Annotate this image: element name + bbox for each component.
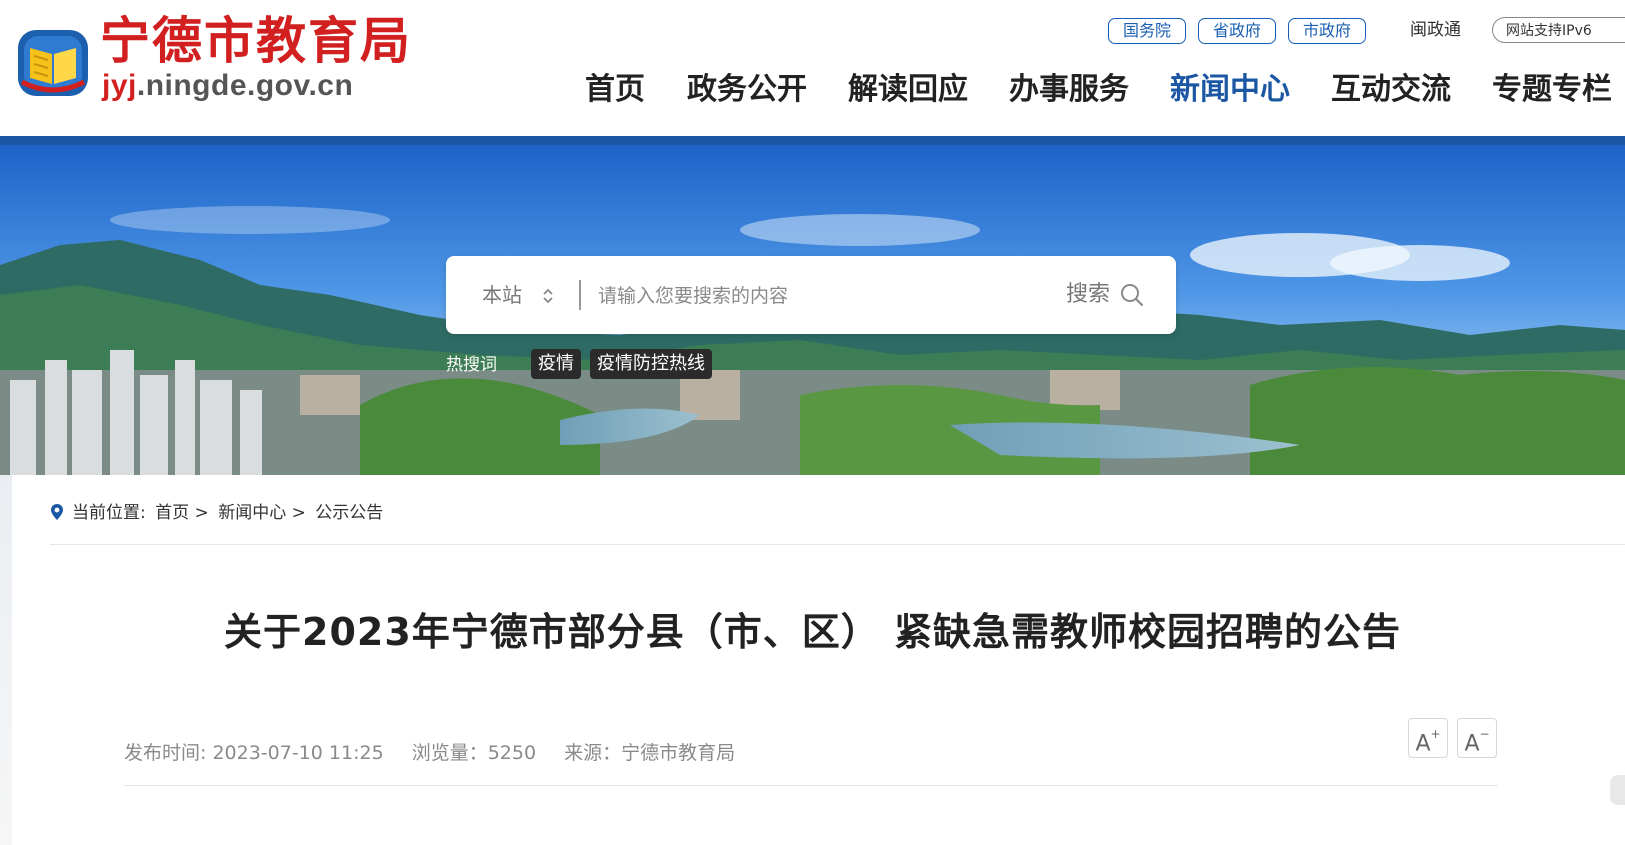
nav-item-news-center[interactable]: 新闻中心 [1170,68,1290,112]
search-input[interactable] [596,278,1050,314]
content-panel [12,475,1625,845]
gov-link-state-council[interactable]: 国务院 [1108,18,1186,44]
nav-item-services[interactable]: 办事服务 [1009,68,1129,112]
nav-item-interpretation[interactable]: 解读回应 [848,68,968,112]
nav-item-home[interactable]: 首页 [585,68,645,112]
logo-book-icon[interactable] [14,26,92,100]
breadcrumb-separator: > [194,503,209,523]
site-header: 宁德市教育局 jyj.ningde.gov.cn 国务院 省政府 市政府 闽政通… [0,0,1625,136]
nav-item-special-topics[interactable]: 专题专栏 [1492,68,1612,112]
meta-divider [124,785,1498,786]
hot-tag-epidemic[interactable]: 疫情 [531,349,581,379]
font-increase-button[interactable]: A+ [1408,718,1448,758]
breadcrumb: 当前位置: 首页 > 新闻中心 > 公示公告 [72,499,383,527]
left-background-strip [0,475,12,845]
domain-highlight: jyj [102,69,137,102]
hot-search-label: 热搜词 [446,355,497,375]
domain-rest: .ningde.gov.cn [136,69,354,102]
minzhengtong-link[interactable]: 闽政通 [1410,18,1461,42]
article-title: 关于2023年宁德市部分县（市、区） 紧缺急需教师校园招聘的公告 [224,610,1401,654]
site-title[interactable]: 宁德市教育局 [100,10,412,72]
breadcrumb-divider [50,544,1625,545]
hot-tag-hotline[interactable]: 疫情防控热线 [590,349,712,379]
breadcrumb-prefix: 当前位置: [72,503,146,523]
header-divider-bar [0,136,1625,145]
search-divider [579,280,581,310]
search-button-label: 搜索 [1066,282,1111,307]
breadcrumb-home[interactable]: 首页 [155,503,189,523]
view-count: 浏览量：5250 [411,742,537,764]
search-icon [1121,284,1144,307]
location-pin-icon [51,504,63,520]
breadcrumb-announcements[interactable]: 公示公告 [315,503,383,523]
breadcrumb-separator: > [291,503,306,523]
gov-link-province[interactable]: 省政府 [1198,18,1276,44]
article-source: 来源：宁德市教育局 [564,742,736,764]
ipv6-support-badge: 网站支持IPv6 [1492,17,1625,43]
article-meta: 发布时间: 2023-07-10 11:25 浏览量：5250 来源：宁德市教育… [124,738,757,768]
search-button[interactable]: 搜索 [1064,274,1160,316]
font-decrease-letter: A [1464,731,1480,757]
publish-time: 发布时间: 2023-07-10 11:25 [124,742,384,764]
search-box: 本站 搜索 [446,256,1176,334]
font-increase-letter: A [1415,731,1431,757]
plus-icon: + [1430,727,1441,741]
breadcrumb-news-center[interactable]: 新闻中心 [218,503,286,523]
nav-item-interaction[interactable]: 互动交流 [1331,68,1451,112]
floating-side-tab[interactable] [1610,775,1625,805]
site-domain: jyj.ningde.gov.cn [102,68,353,104]
nav-item-government-affairs[interactable]: 政务公开 [687,68,807,112]
updown-arrows-icon[interactable] [542,286,554,306]
search-scope-select[interactable]: 本站 [482,256,522,334]
gov-link-city[interactable]: 市政府 [1288,18,1366,44]
minus-icon: − [1479,727,1490,741]
font-decrease-button[interactable]: A− [1457,718,1497,758]
